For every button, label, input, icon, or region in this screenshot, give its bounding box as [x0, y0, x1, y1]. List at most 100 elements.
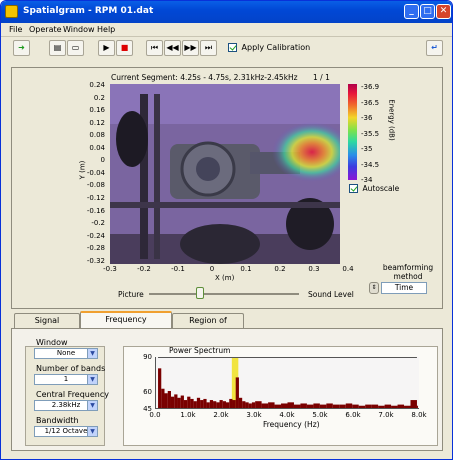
bandwidth-label: Bandwidth [36, 416, 79, 425]
spectrum-bar [410, 400, 417, 408]
bandwidth-dropdown[interactable]: 1/12 Octave ▼ [34, 426, 98, 437]
window-title: Spatialgram - RPM 01.dat [23, 6, 154, 16]
minimize-button[interactable]: _ [404, 4, 419, 19]
spectrum-bar [167, 391, 171, 408]
autoscale-toggle[interactable]: Autoscale [349, 184, 399, 193]
x-tick-label: -0.1 [171, 265, 185, 273]
spectrum-bar [235, 377, 239, 408]
engine-photo-overlay [110, 84, 340, 264]
spectrum-bar [170, 396, 175, 408]
spectrum-bar [226, 402, 230, 408]
spectrum-bar [326, 403, 333, 408]
colorbar-tick-label: -36.9 [361, 83, 380, 91]
menu-help[interactable]: Help [97, 25, 115, 34]
x-tick-label: -0.3 [103, 265, 117, 273]
spectrum-bar [319, 404, 327, 408]
tab-signal-segments[interactable]: Signal Segments [14, 313, 80, 338]
spectrum-bar [206, 402, 210, 408]
stop-button[interactable]: ■ [116, 40, 133, 56]
spectrum-y-tick-label: 60 [143, 387, 152, 396]
chevron-down-icon: ▼ [87, 427, 97, 436]
first-frame-button[interactable]: ⏮ [146, 40, 163, 56]
spectrum-bar [180, 395, 184, 408]
energy-colorbar [348, 84, 357, 180]
spectrum-x-tick-label: 3.0k [246, 411, 262, 419]
apply-calibration-checkbox[interactable] [228, 43, 237, 52]
spectrum-title: Power Spectrum [169, 346, 231, 355]
central-frequency-dropdown[interactable]: 2.38kHz ▼ [34, 400, 98, 411]
spectrum-bar [332, 404, 340, 408]
beamforming-label-line1: beamforming [382, 263, 434, 272]
menu-bar: File Operate Window Help [1, 23, 452, 37]
menu-file[interactable]: File [9, 25, 22, 34]
fast-forward-button[interactable]: ▶▶ [182, 40, 199, 56]
play-button[interactable]: ▶ [98, 40, 115, 56]
x-tick-label: 0.3 [308, 265, 320, 273]
spectrum-bar [158, 368, 162, 408]
apply-calibration-label: Apply Calibration [241, 43, 311, 52]
beamforming-stepper[interactable]: ⇕ [369, 282, 379, 294]
spectrum-x-tick-label: 2.0k [213, 411, 229, 419]
window-label: Window [36, 338, 68, 347]
run-arrow-icon[interactable]: ➜ [13, 40, 30, 56]
menu-operate[interactable]: Operate [29, 25, 62, 34]
spectrum-bar [358, 405, 366, 408]
menu-window[interactable]: Window [63, 25, 95, 34]
app-icon [5, 5, 18, 18]
autoscale-checkbox[interactable] [349, 184, 358, 193]
spectrum-x-tick-label: 5.0k [312, 411, 328, 419]
beamforming-method-field[interactable]: Time [381, 282, 427, 294]
y-tick-label: -0.08 [86, 181, 105, 190]
spatialgram-image[interactable] [110, 84, 340, 264]
y-tick-label: 0.04 [89, 143, 105, 152]
bands-dropdown[interactable]: 1 ▼ [34, 374, 98, 385]
spectrum-bar [384, 404, 392, 408]
y-tick-label: -0.24 [86, 231, 105, 240]
power-spectrum-chart[interactable] [155, 357, 419, 409]
chevron-down-icon: ▼ [87, 375, 97, 384]
spectrum-bar [164, 393, 168, 408]
x-tick-label: 0.4 [342, 265, 354, 273]
x-tick-label: -0.2 [137, 265, 151, 273]
y-tick-label: 0.12 [89, 118, 105, 127]
x-axis-label: X (m) [215, 274, 235, 282]
window-dropdown[interactable]: None ▼ [34, 348, 98, 359]
spectrum-bar [177, 397, 181, 408]
colorbar-tick-label: -35 [361, 145, 373, 153]
spectrum-x-tick-label: 1.0k [180, 411, 196, 419]
bandwidth-value: 1/12 Octave [44, 427, 88, 435]
spectrum-bar [378, 405, 385, 408]
spectrum-bar [365, 404, 372, 408]
spectrum-bar [261, 403, 269, 408]
y-tick-label: 0.2 [93, 93, 105, 102]
spectrum-bar [251, 402, 256, 408]
y-tick-label: 0.08 [89, 131, 105, 140]
spectrum-x-tick-label: 4.0k [279, 411, 295, 419]
rewind-button[interactable]: ◀◀ [164, 40, 181, 56]
y-tick-label: 0.24 [89, 81, 105, 89]
window-layout-icon[interactable]: ▭ [67, 40, 84, 56]
autoscale-label: Autoscale [362, 184, 400, 193]
export-icon[interactable]: ▤ [49, 40, 66, 56]
spectrum-x-tick-label: 6.0k [345, 411, 361, 419]
x-tick-label: 0.1 [240, 265, 252, 273]
tab-region-of-interest[interactable]: Region of Interest [172, 313, 244, 338]
tab-frequency-information[interactable]: Frequency Information [80, 311, 172, 337]
beamforming-label: beamforming method [378, 263, 438, 281]
apply-calibration-toggle[interactable]: Apply Calibration [228, 43, 310, 52]
blend-slider-thumb[interactable] [196, 287, 204, 299]
spectrum-bar [238, 397, 243, 408]
spectrum-bar [187, 396, 191, 408]
spectrum-bar [287, 402, 294, 408]
blend-slider-track[interactable] [149, 293, 299, 295]
maximize-button[interactable]: □ [420, 4, 435, 19]
spectrum-bar [248, 403, 252, 408]
close-button[interactable]: ✕ [436, 4, 451, 19]
y-tick-label: -0.12 [86, 193, 105, 202]
spectrum-bar [232, 400, 236, 408]
title-bar: Spatialgram - RPM 01.dat _ □ ✕ [1, 1, 452, 23]
spectrum-bar [339, 404, 346, 408]
picture-label: Picture [118, 290, 144, 299]
last-frame-button[interactable]: ⏭ [200, 40, 217, 56]
return-arrow-icon[interactable]: ↵ [426, 40, 443, 56]
